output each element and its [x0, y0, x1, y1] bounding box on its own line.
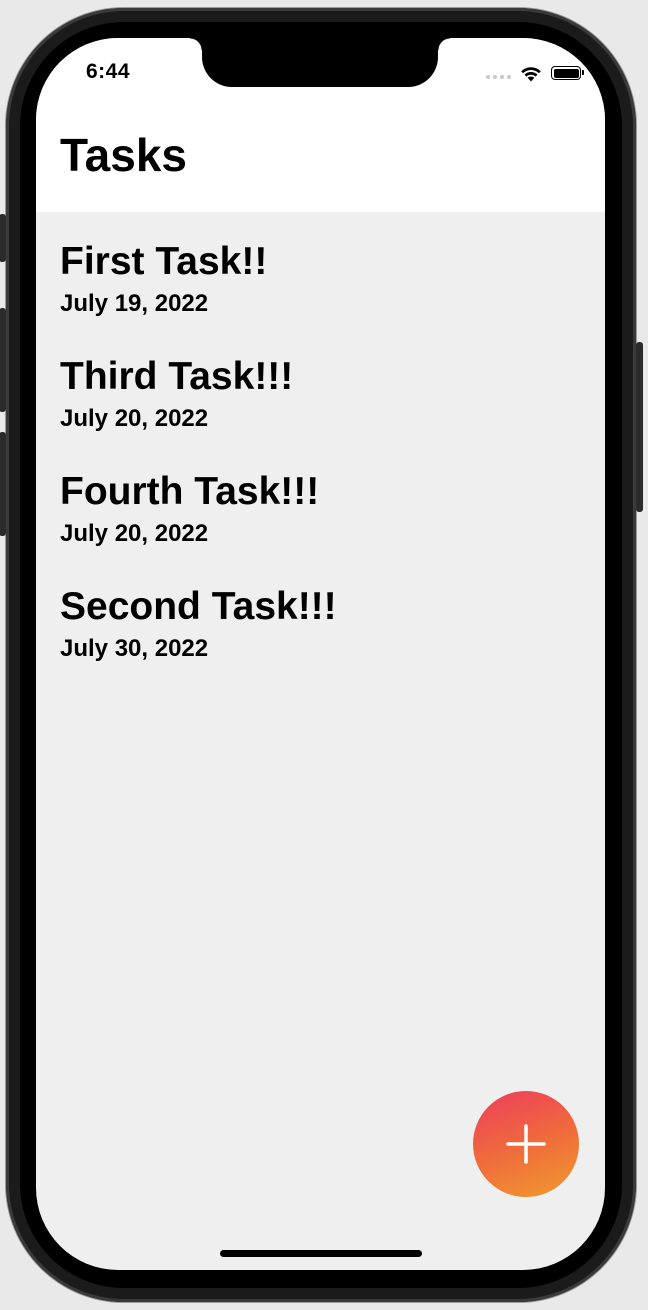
task-item[interactable]: Fourth Task!!! July 20, 2022: [60, 468, 585, 583]
task-title: Third Task!!!: [60, 355, 294, 398]
navigation-header: 6:44 Tasks: [36, 38, 605, 212]
status-time: 6:44: [86, 60, 131, 83]
task-date: July 20, 2022: [60, 405, 209, 432]
task-title: First Task!!: [60, 240, 268, 283]
task-list: First Task!! July 19, 2022 Third Task!!!…: [60, 238, 585, 698]
mute-switch: [0, 214, 6, 262]
home-indicator[interactable]: [220, 1250, 422, 1257]
app-screen: 6:44 Tasks First Task!! July 19, 2022 Th…: [36, 38, 605, 1270]
signal-dots-icon: [486, 75, 511, 79]
battery-icon: [551, 66, 584, 80]
power-button: [636, 342, 643, 512]
task-date: July 30, 2022: [60, 635, 209, 662]
task-item[interactable]: Third Task!!! July 20, 2022: [60, 353, 585, 468]
add-task-button[interactable]: [473, 1091, 579, 1197]
task-title: Fourth Task!!!: [60, 470, 320, 513]
task-title: Second Task!!!: [60, 585, 337, 628]
wifi-icon: [521, 67, 541, 82]
task-item[interactable]: Second Task!!! July 30, 2022: [60, 583, 585, 698]
task-date: July 20, 2022: [60, 520, 209, 547]
notch: [190, 38, 450, 87]
page-title: Tasks: [60, 129, 188, 181]
volume-down-button: [0, 432, 6, 536]
plus-icon: [506, 1124, 546, 1164]
volume-up-button: [0, 308, 6, 412]
task-item[interactable]: First Task!! July 19, 2022: [60, 238, 585, 353]
status-icons: [486, 64, 584, 82]
task-date: July 19, 2022: [60, 290, 209, 317]
